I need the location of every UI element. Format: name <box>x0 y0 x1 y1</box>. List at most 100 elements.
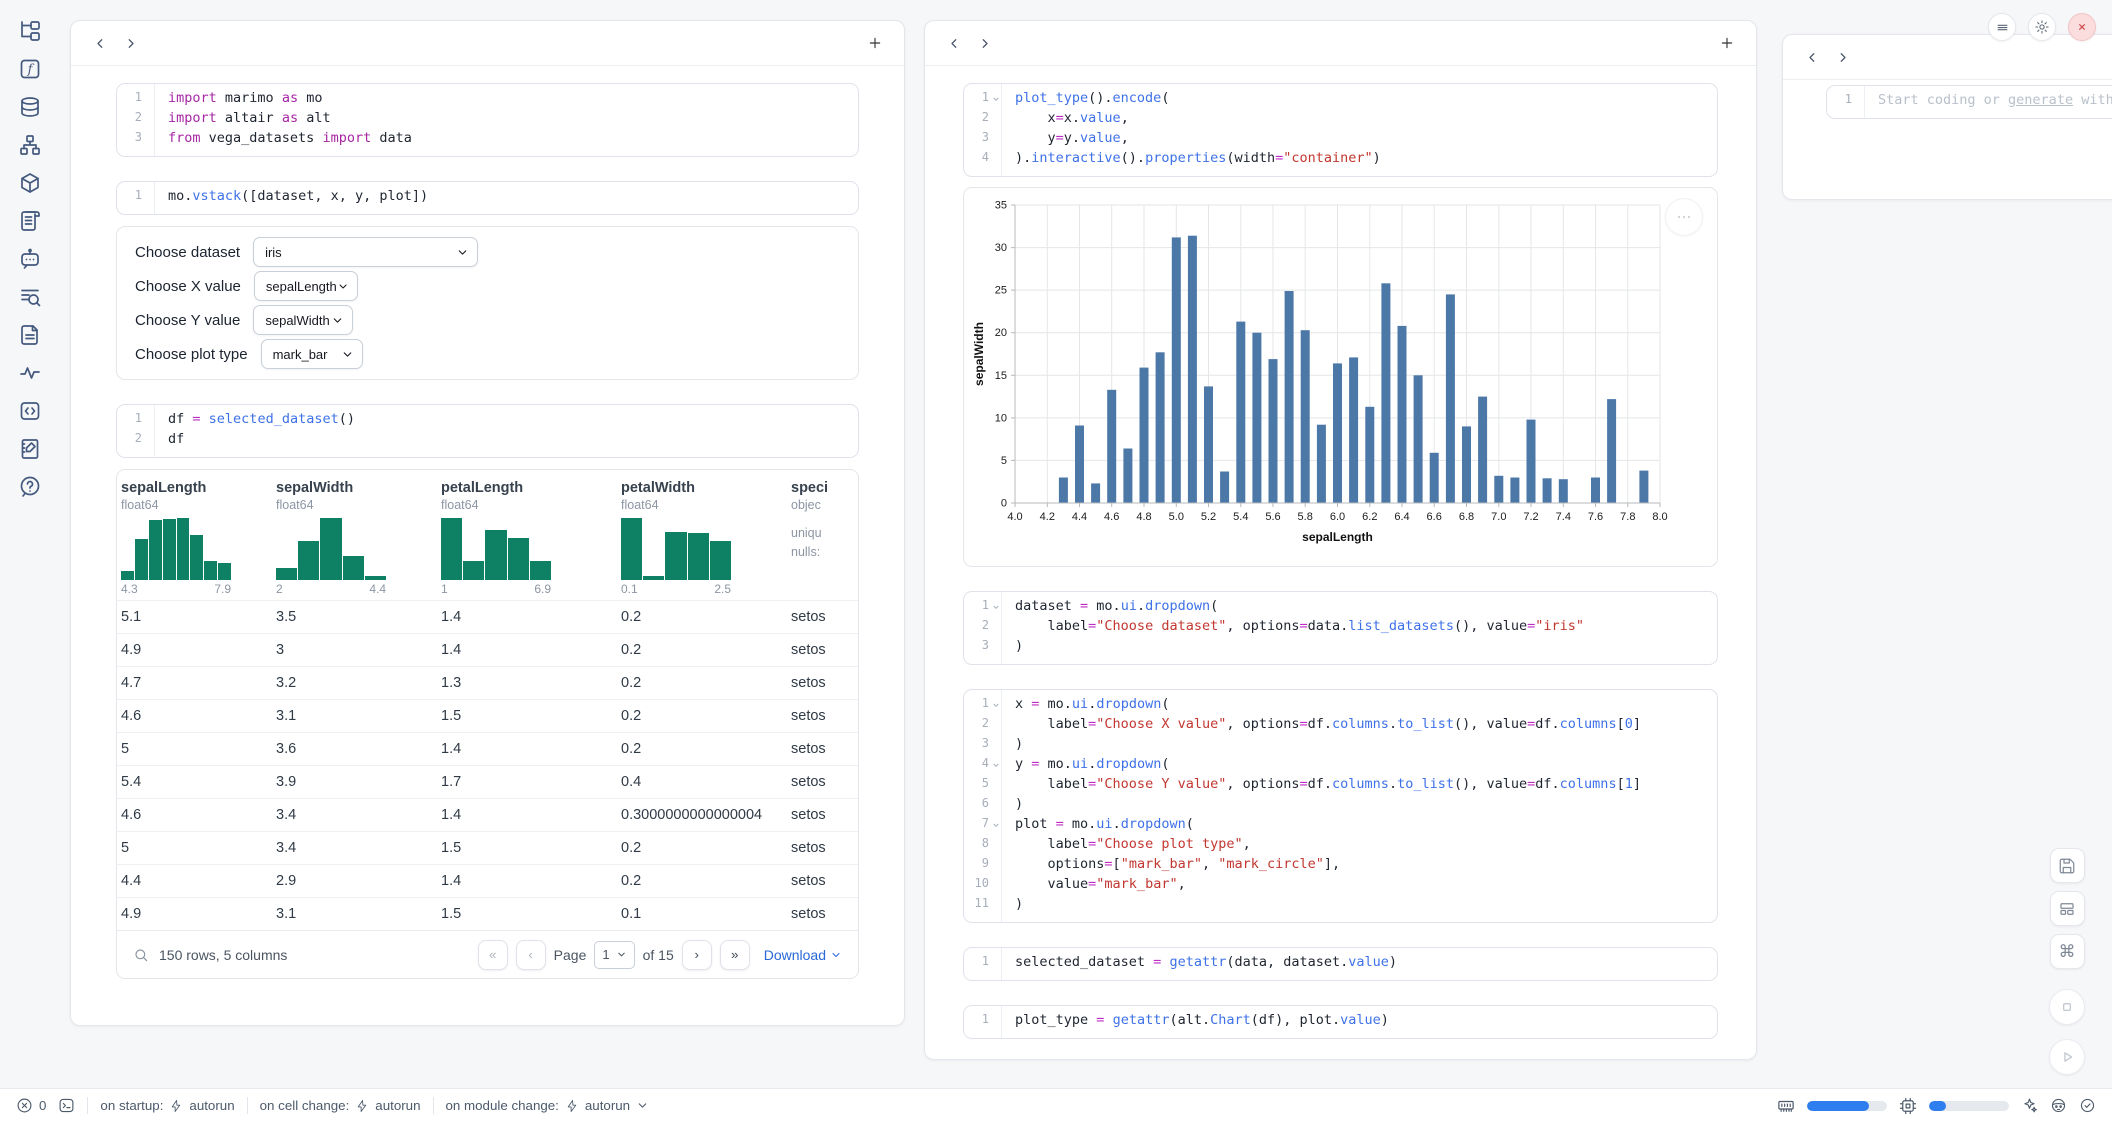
svg-text:5.8: 5.8 <box>1298 511 1313 523</box>
line-number: 3 <box>964 638 1001 658</box>
sidebar-tracing-button[interactable] <box>17 360 43 386</box>
on-module-change--config-button[interactable]: on module change:autorun <box>446 1098 650 1113</box>
sidebar-help-button[interactable] <box>17 474 43 500</box>
fold-chevron-icon[interactable] <box>992 701 1000 709</box>
next-page-button[interactable]: › <box>682 940 712 970</box>
sidebar-packages-button[interactable] <box>17 170 43 196</box>
sidebar-variables-button[interactable]: f <box>17 56 43 82</box>
next-cell-button[interactable] <box>969 28 999 58</box>
gutter: 1 <box>964 948 1002 980</box>
layout-button[interactable] <box>2050 891 2085 926</box>
last-page-button[interactable]: » <box>720 940 750 970</box>
table-cell: 3.6 <box>276 741 441 757</box>
on-startup--config-button[interactable]: on startup:autorun <box>100 1098 234 1113</box>
altair-bar-chart[interactable]: 4.04.24.44.64.85.05.25.45.65.86.06.26.46… <box>964 188 1715 562</box>
save-button[interactable] <box>2050 848 2085 883</box>
scratch-column-toolbar <box>1783 35 2112 80</box>
download-button[interactable]: Download <box>764 947 842 963</box>
chart-actions-button[interactable] <box>1665 198 1703 236</box>
code-line: y = mo.ui.dropdown( <box>1002 756 1717 776</box>
code-line: from vega_datasets import data <box>155 130 858 150</box>
plot-cell-editor[interactable]: 1234plot_type().encode( x=x.value, y=y.v… <box>963 83 1718 177</box>
table-cell: 0.4 <box>621 774 791 790</box>
table-column-header[interactable]: sepalLengthfloat644.37.9 <box>121 480 276 596</box>
xy-plot-dropdowns-cell-editor[interactable]: 1234567891011x = mo.ui.dropdown( label="… <box>963 689 1718 923</box>
first-page-button[interactable]: « <box>478 940 508 970</box>
window-controls <box>1988 13 2096 41</box>
fold-chevron-icon[interactable] <box>992 603 1000 611</box>
sidebar-file-explorer-button[interactable] <box>17 18 43 44</box>
sidebar-ai-chat-button[interactable] <box>17 246 43 272</box>
layout-icon <box>2058 900 2076 918</box>
add-cell-button[interactable] <box>1712 28 1742 58</box>
generate-ai-link[interactable]: generate <box>2008 92 2073 108</box>
add-cell-button[interactable] <box>860 28 890 58</box>
df-cell-editor[interactable]: 12df = selected_dataset()df <box>116 404 859 458</box>
terminal-icon <box>58 1097 75 1114</box>
table-column-header[interactable]: petalWidthfloat640.12.5 <box>621 480 791 596</box>
imports-cell-editor[interactable]: 123import marimo as moimport altair as a… <box>116 83 859 157</box>
dataset-dropdown-cell-editor[interactable]: 123dataset = mo.ui.dropdown( label="Choo… <box>963 591 1718 665</box>
plot-type-cell-editor[interactable]: 1plot_type = getattr(alt.Chart(df), plot… <box>963 1005 1718 1039</box>
sidebar-documentation-button[interactable] <box>17 322 43 348</box>
choose-y-value-select[interactable]: sepalWidth <box>253 305 353 335</box>
stop-icon <box>2057 997 2077 1017</box>
table-column-header[interactable]: speciobjecuniqunulls: <box>791 480 858 596</box>
chevron-right-icon <box>1835 50 1850 65</box>
keyboard-shortcuts-button[interactable]: ⌘ <box>2050 934 2085 969</box>
table-cell: 0.2 <box>621 741 791 757</box>
choose-dataset-select[interactable]: iris <box>253 237 478 267</box>
code-line: import altair as alt <box>155 110 858 130</box>
cpu-usage-bar[interactable] <box>1929 1101 2009 1111</box>
prev-cell-button[interactable] <box>85 28 115 58</box>
table-column-header[interactable]: sepalWidthfloat6424.4 <box>276 480 441 596</box>
prev-page-button[interactable]: ‹ <box>516 940 546 970</box>
resource-indicators <box>1777 1097 2096 1115</box>
fold-chevron-icon[interactable] <box>992 761 1000 769</box>
sparkles-icon <box>2021 1097 2038 1114</box>
copilot-button[interactable] <box>2050 1097 2067 1114</box>
activity-sidebar: f <box>0 0 60 1098</box>
table-cell: 0.2 <box>621 642 791 658</box>
menu-icon <box>1995 20 2010 35</box>
scratch-placeholder: Start coding or generate with AI <box>1865 92 2112 112</box>
fold-chevron-icon[interactable] <box>992 821 1000 829</box>
error-count-button[interactable]: 0 <box>16 1097 46 1114</box>
table-search-button[interactable] <box>133 947 149 963</box>
table-cell: 1.5 <box>441 906 621 922</box>
run-button[interactable] <box>2049 1039 2085 1075</box>
page-select[interactable]: 1 <box>594 941 634 969</box>
sidebar-scratchpad-button[interactable] <box>17 284 43 310</box>
prev-cell-button[interactable] <box>939 28 969 58</box>
sidebar-logs-button[interactable] <box>17 208 43 234</box>
prev-cell-button[interactable] <box>1797 42 1827 72</box>
ram-usage-bar[interactable] <box>1807 1101 1887 1111</box>
stop-button[interactable] <box>2049 989 2085 1025</box>
next-cell-button[interactable] <box>1827 42 1857 72</box>
cpu-icon <box>1899 1097 1917 1115</box>
menu-button[interactable] <box>1988 13 2016 41</box>
sidebar-dependency-graph-button[interactable] <box>17 132 43 158</box>
code-line: x=x.value, <box>1002 110 1717 130</box>
next-cell-button[interactable] <box>115 28 145 58</box>
code-line: ) <box>1002 796 1717 816</box>
selected-dataset-cell-editor[interactable]: 1selected_dataset = getattr(data, datase… <box>963 947 1718 981</box>
on-cell-change--config-button[interactable]: on cell change:autorun <box>260 1098 421 1113</box>
table-column-header[interactable]: petalLengthfloat6416.9 <box>441 480 621 596</box>
bolt-icon <box>355 1099 369 1113</box>
ai-assistant-button[interactable] <box>2021 1097 2038 1114</box>
close-button[interactable] <box>2068 13 2096 41</box>
table-cell: 1.7 <box>441 774 621 790</box>
scratch-cell-editor[interactable]: 1 Start coding or generate with AI <box>1826 85 2112 119</box>
settings-button[interactable] <box>2028 13 2056 41</box>
fold-chevron-icon[interactable] <box>992 95 1000 103</box>
terminal-button[interactable] <box>58 1097 75 1114</box>
sidebar-snippets-button[interactable] <box>17 398 43 424</box>
choose-plot-type-select[interactable]: mark_bar <box>261 339 363 369</box>
connection-status-button[interactable] <box>2079 1097 2096 1114</box>
sidebar-datasources-button[interactable] <box>17 94 43 120</box>
choose-x-value-select[interactable]: sepalLength <box>254 271 358 301</box>
circle-x-icon <box>16 1097 33 1114</box>
vstack-cell-editor[interactable]: 1mo.vstack([dataset, x, y, plot]) <box>116 181 859 215</box>
sidebar-notebook-button[interactable] <box>17 436 43 462</box>
